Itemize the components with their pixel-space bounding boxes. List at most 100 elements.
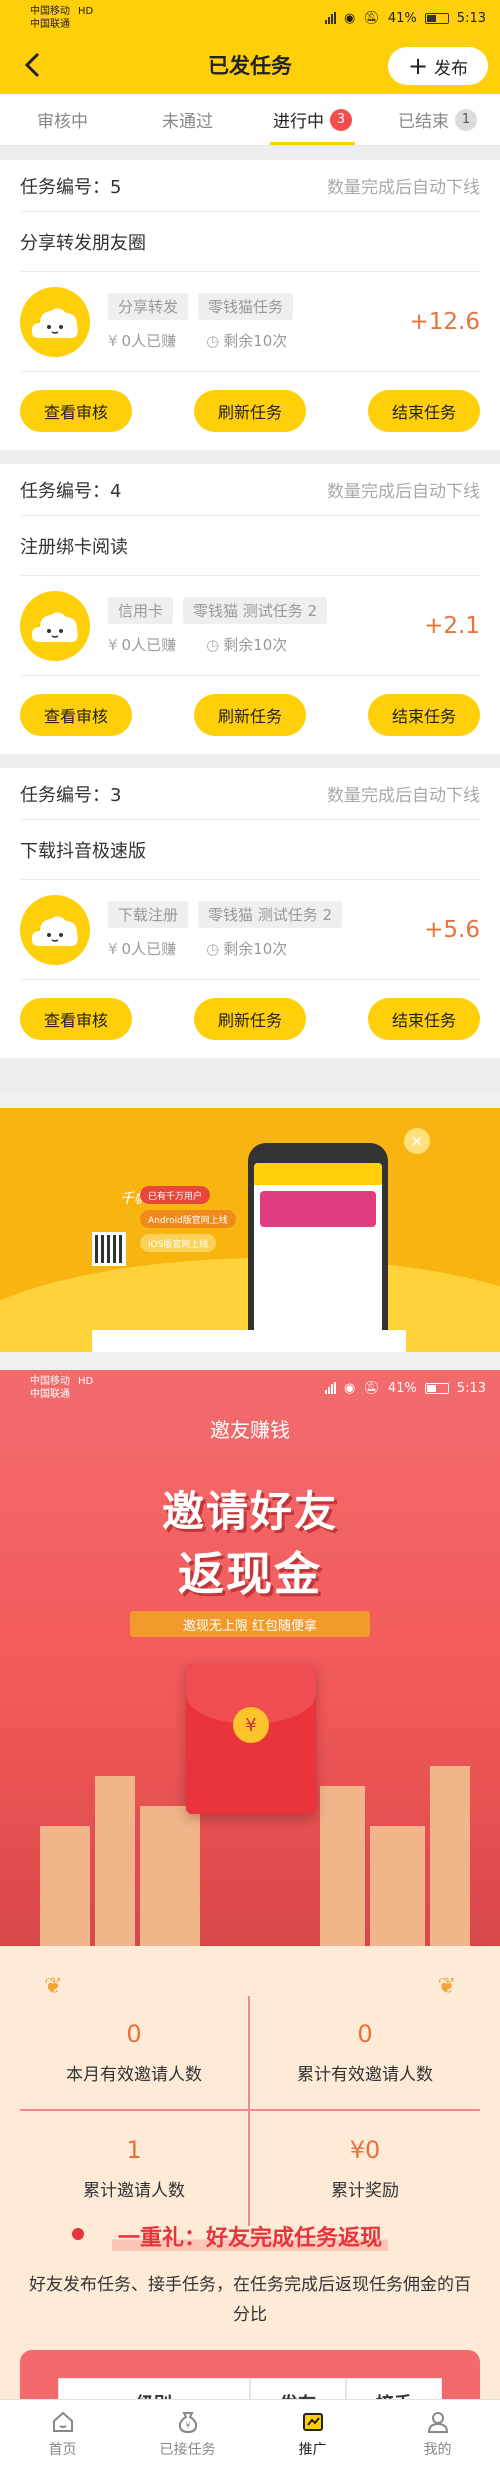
task-name: 下载抖音极速版: [20, 820, 480, 880]
count-badge: 1: [455, 108, 477, 131]
eye-icon: ◉: [344, 10, 356, 26]
tasks-header: 中国移动 HD 中国联通 ◉ 🔕︎ 41% 5:13 已发任务 + 发布: [0, 0, 500, 94]
carrier1: 中国移动: [30, 6, 70, 17]
stat-cell: 1 累计邀请人数: [20, 2111, 250, 2226]
close-icon[interactable]: ✕: [404, 1128, 430, 1154]
earned-text: 0人已赚: [121, 331, 177, 350]
task-number: 任务编号：3: [20, 784, 122, 806]
refresh-task-button[interactable]: 刷新任务: [194, 390, 306, 432]
task-number: 任务编号：4: [20, 480, 122, 502]
reward-amount: +12.6: [409, 308, 480, 335]
banner-pill: 已有千万用户: [140, 1186, 211, 1204]
remaining-text: 剩余10次: [223, 939, 288, 958]
task-head: 任务编号：3 数量完成后自动下线: [20, 768, 480, 820]
task-name: 注册绑卡阅读: [20, 516, 480, 576]
banner-footer-strip: [92, 1330, 406, 1352]
cloud-avatar-icon: [20, 590, 90, 661]
refresh-task-button[interactable]: 刷新任务: [194, 694, 306, 736]
task-info: 下载注册 零钱猫 测试任务 2 ¥0人已赚 ◷ 剩余10次: [108, 900, 424, 959]
task-tag: 零钱猫 测试任务 2: [198, 900, 343, 928]
carrier1: 中国移动: [30, 1376, 70, 1387]
yen-icon: ¥: [108, 331, 118, 350]
headline-ribbon: 邀现无上限 红包随便拿: [130, 1611, 370, 1637]
clock: 5:13: [456, 1380, 486, 1396]
stats-grid: 0 本月有效邀请人数 0 累计有效邀请人数 1 累计邀请人数 ¥0 累计奖励: [20, 1996, 480, 2226]
task-body: 信用卡 零钱猫 测试任务 2 ¥0人已赚 ◷ 剩余10次 +2.1: [20, 576, 480, 676]
remaining-text: 剩余10次: [223, 635, 288, 654]
view-review-button[interactable]: 查看审核: [20, 390, 132, 432]
qr-code-icon: [92, 1232, 126, 1266]
invite-page-title: 邀友赚钱: [210, 1418, 290, 1442]
nav-home[interactable]: 首页: [0, 2400, 125, 2467]
nav-label: 我的: [423, 2441, 452, 2458]
earned-count: ¥0人已赚: [108, 330, 176, 351]
signal-icon: [325, 12, 337, 24]
status-bar: 中国移动 HD 中国联通 ◉ 🔕︎ 41% 5:13: [0, 1370, 500, 1406]
end-task-button[interactable]: 结束任务: [368, 998, 480, 1040]
carrier2: 中国联通: [30, 19, 70, 30]
yen-icon: ¥: [108, 939, 118, 958]
end-task-button[interactable]: 结束任务: [368, 694, 480, 736]
phone-mockup: [248, 1143, 388, 1352]
tab-in-progress[interactable]: 进行中 3: [250, 94, 375, 145]
task-card: 任务编号：3 数量完成后自动下线 下载抖音极速版 下载注册 零钱猫 测试任务 2…: [0, 768, 500, 1058]
battery-icon: [424, 1382, 449, 1394]
gift-description: 好友发布任务、接手任务，在任务完成后返现任务佣金的百分比: [29, 2275, 471, 2325]
carrier2: 中国联通: [30, 1389, 70, 1400]
nav-mine[interactable]: 我的: [375, 2400, 500, 2467]
stat-label: 累计奖励: [331, 2181, 399, 2201]
stat-value: 1: [126, 2136, 142, 2164]
remaining-count: ◷ 剩余10次: [206, 634, 287, 655]
end-task-button[interactable]: 结束任务: [368, 390, 480, 432]
status-indicators: ◉ 🔕︎ 41% 5:13: [325, 11, 486, 26]
task-card: 任务编号：4 数量完成后自动下线 注册绑卡阅读 信用卡 零钱猫 测试任务 2 ¥…: [0, 464, 500, 754]
tasks-screen: 中国移动 HD 中国联通 ◉ 🔕︎ 41% 5:13 已发任务 + 发布 审核中…: [0, 0, 500, 1092]
reward-amount: +5.6: [424, 916, 480, 943]
signal-icon: [325, 1382, 337, 1394]
earned-count: ¥0人已赚: [108, 634, 176, 655]
view-review-button[interactable]: 查看审核: [20, 694, 132, 736]
task-name: 分享转发朋友圈: [20, 212, 480, 272]
reward-amount: +2.1: [424, 612, 480, 639]
earned-count: ¥0人已赚: [108, 938, 176, 959]
publish-label: 发布: [434, 58, 469, 79]
tab-ended[interactable]: 已结束 1: [375, 94, 500, 145]
promo-banner[interactable]: 千帆互动 已有千万用户 Android版官网上线 iOS版官网上线 ✕: [0, 1108, 500, 1352]
stat-label: 累计有效邀请人数: [297, 2065, 433, 2085]
back-icon[interactable]: [18, 50, 48, 80]
invite-screen: 中国移动 HD 中国联通 ◉ 🔕︎ 41% 5:13 邀友赚钱 邀请好友 返现金…: [0, 1370, 500, 2467]
task-info: 分享转发 零钱猫任务 ¥0人已赚 ◷ 剩余10次: [108, 292, 410, 351]
gift-title: 一重礼：好友完成任务返现: [0, 2220, 500, 2252]
task-tag: 信用卡: [108, 596, 174, 624]
nav-accepted-tasks[interactable]: ¥ 已接任务: [125, 2400, 250, 2467]
tab-reviewing[interactable]: 审核中: [0, 94, 125, 145]
nav-label: 已接任务: [159, 2441, 216, 2458]
task-body: 分享转发 零钱猫任务 ¥0人已赚 ◷ 剩余10次 +12.6: [20, 272, 480, 372]
task-actions: 查看审核 刷新任务 结束任务: [20, 980, 480, 1058]
status-indicators: ◉ 🔕︎ 41% 5:13: [325, 1381, 486, 1396]
tab-rejected[interactable]: 未通过: [125, 94, 250, 145]
stat-value: ¥0: [349, 2136, 381, 2164]
svg-text:¥: ¥: [185, 2421, 190, 2430]
stat-cell: ¥0 累计奖励: [250, 2111, 480, 2226]
stat-cell: 0 累计有效邀请人数: [250, 1996, 480, 2111]
tab-label: 进行中: [273, 112, 324, 132]
task-body: 下载注册 零钱猫 测试任务 2 ¥0人已赚 ◷ 剩余10次 +5.6: [20, 880, 480, 980]
carrier-tag: HD: [78, 6, 94, 17]
cloud-avatar-icon: [20, 286, 90, 357]
clock-icon: ◷: [206, 635, 220, 654]
stat-cell: 0 本月有效邀请人数: [20, 1996, 250, 2111]
view-review-button[interactable]: 查看审核: [20, 998, 132, 1040]
tab-label: 未通过: [162, 112, 213, 132]
carrier-tag: HD: [78, 1376, 94, 1387]
banner-pill: iOS版官网上线: [140, 1234, 217, 1252]
nav-promote[interactable]: 推广: [250, 2400, 375, 2467]
publish-button[interactable]: + 发布: [388, 47, 488, 85]
title-bar: 已发任务 + 发布: [0, 36, 500, 94]
earned-text: 0人已赚: [121, 939, 177, 958]
task-actions: 查看审核 刷新任务 结束任务: [20, 372, 480, 450]
user-icon: [425, 2409, 451, 2435]
clock-icon: ◷: [206, 939, 220, 958]
refresh-task-button[interactable]: 刷新任务: [194, 998, 306, 1040]
status-bar: 中国移动 HD 中国联通 ◉ 🔕︎ 41% 5:13: [0, 0, 500, 36]
